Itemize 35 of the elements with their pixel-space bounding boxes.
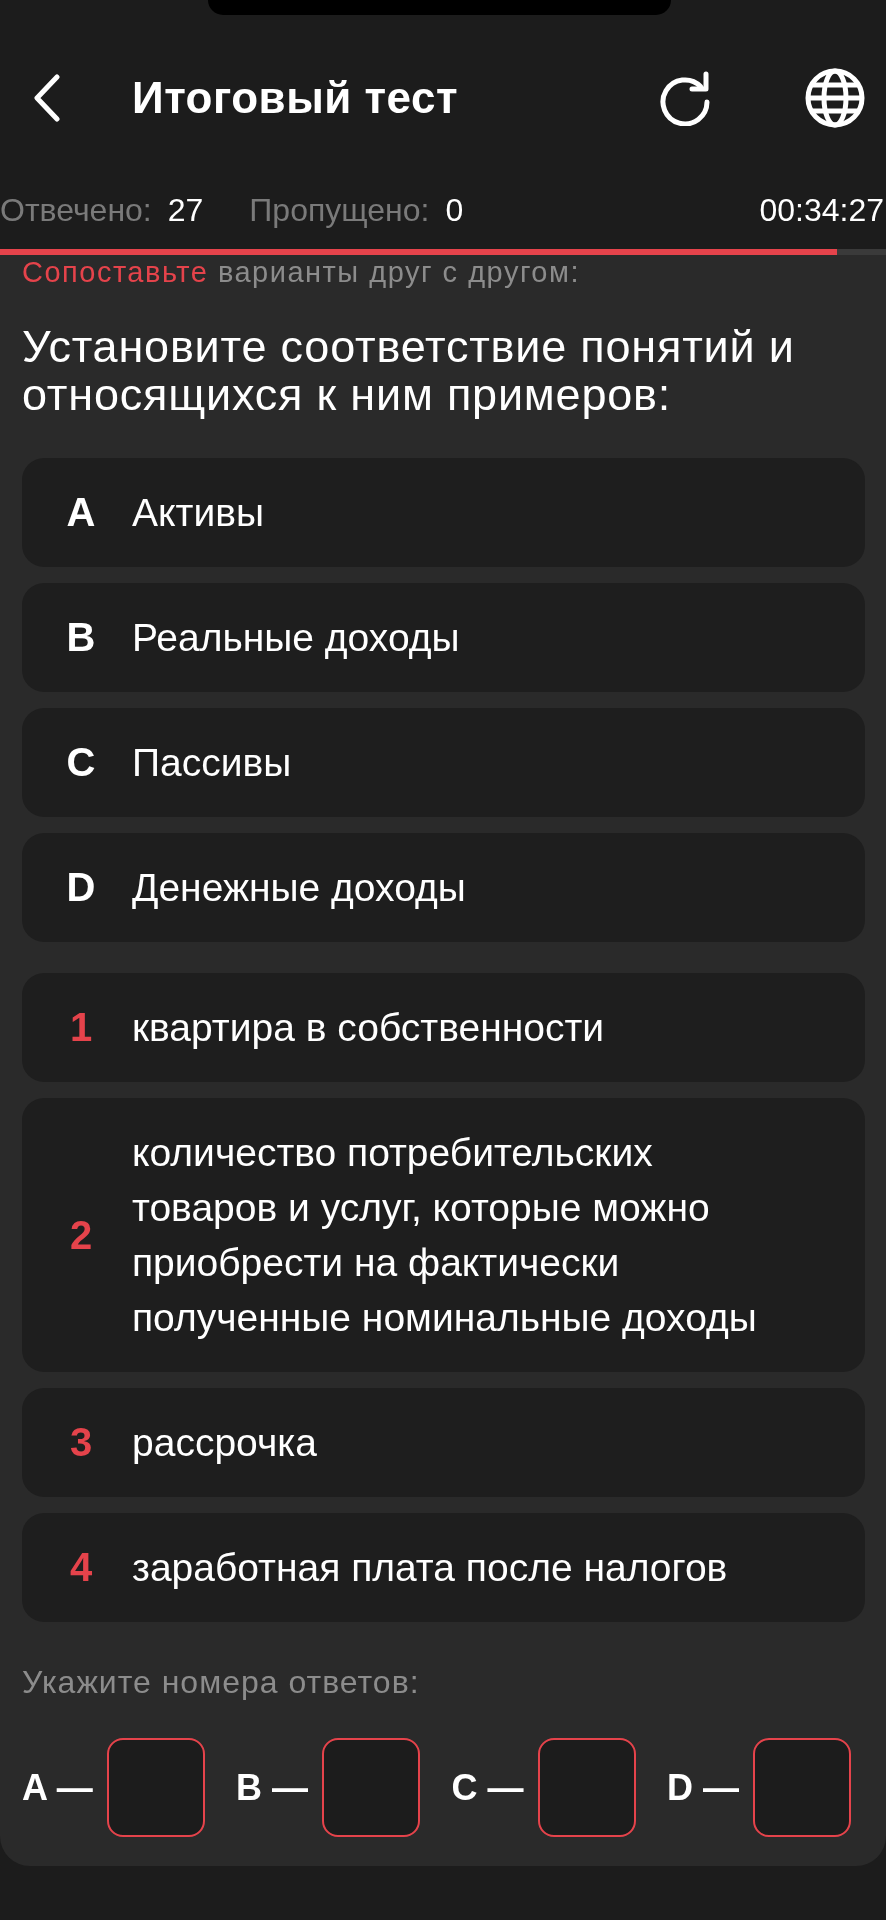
concept-letter: B xyxy=(65,614,97,661)
question-text: Установите соответствие понятий и относящихся к ним примеров: xyxy=(22,323,796,419)
answer-label: B — xyxy=(236,1766,309,1809)
answer-prompt: Укажите номера ответов: xyxy=(22,1664,421,1700)
globe-icon[interactable] xyxy=(805,68,865,128)
page-title: Итоговый тест xyxy=(132,73,459,123)
example-text: рассрочка xyxy=(132,1420,317,1466)
answer-label: D — xyxy=(667,1766,739,1809)
timer-text: 00:34:27 xyxy=(759,191,884,229)
example-text: квартира в собственности xyxy=(132,1005,605,1051)
concept-text: Пассивы xyxy=(132,740,292,786)
answer-box[interactable] xyxy=(106,1738,205,1837)
example-number: 3 xyxy=(68,1419,94,1466)
answer-box[interactable] xyxy=(753,1738,851,1837)
example-number: 2 xyxy=(68,1211,94,1259)
concept-text: Активы xyxy=(132,490,264,536)
answer-label: A — xyxy=(22,1766,93,1809)
answer-box[interactable] xyxy=(322,1738,421,1837)
example-text: заработная плата после налогов xyxy=(132,1545,728,1591)
concept-letter: C xyxy=(65,739,97,786)
answer-box[interactable] xyxy=(537,1738,636,1837)
stat-value: 0 xyxy=(445,191,464,229)
concept-text: Денежные доходы xyxy=(132,865,466,911)
back-icon[interactable] xyxy=(33,74,61,122)
example-number: 1 xyxy=(68,1004,94,1051)
concept-letter: A xyxy=(65,489,97,536)
answer-label: C — xyxy=(451,1766,524,1809)
concept-text: Реальные доходы xyxy=(132,615,460,661)
example-text: количество потребительских товаров и услуг, которые можно приобрести на фактически полученные номинальные доходы xyxy=(132,1130,758,1341)
stat-label: Отвечено: xyxy=(0,191,152,229)
concept-letter: D xyxy=(65,864,97,911)
stat-value: 27 xyxy=(167,191,204,229)
example-number: 4 xyxy=(68,1544,94,1591)
instruction-text: Сопоставьте варианты друг с другом: xyxy=(22,257,581,287)
stat-label: Пропущено: xyxy=(249,191,430,229)
